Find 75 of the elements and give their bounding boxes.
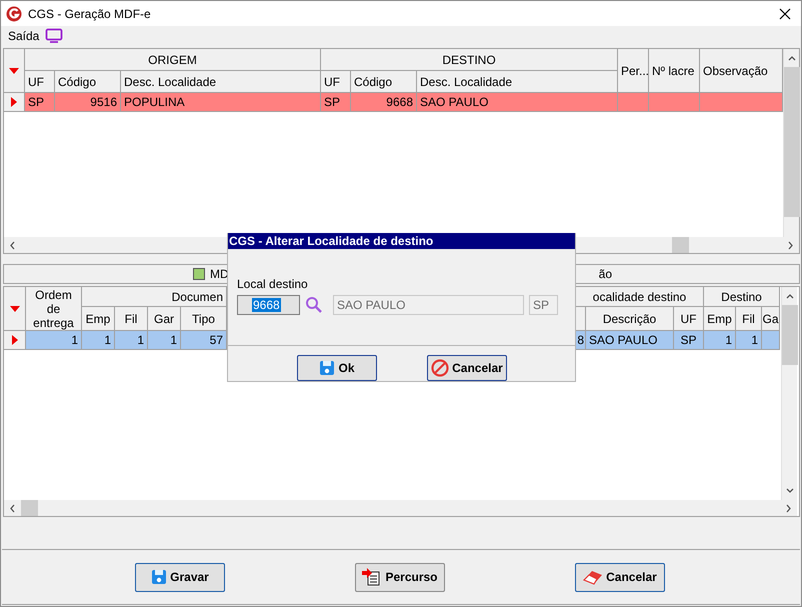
table-cell: POPULINA (121, 93, 321, 112)
prohibited-icon (431, 359, 450, 377)
table-cell: 1 (148, 331, 181, 350)
legend-label: ão (598, 267, 612, 281)
scroll-left-icon[interactable] (8, 240, 17, 250)
column-header: Descrição (586, 307, 674, 331)
table-cell: 9516 (55, 93, 121, 112)
monitor-icon[interactable] (45, 28, 64, 43)
table-cell: SP (25, 93, 55, 112)
column-header: Emp (82, 307, 115, 331)
table-cell: 8 (576, 331, 586, 350)
scrollbar-thumb[interactable] (672, 237, 689, 253)
cancel-button[interactable]: Cancelar (427, 355, 507, 381)
table-cell: 57 (181, 331, 227, 350)
scrollbar-thumb[interactable] (782, 305, 798, 365)
logo-icon (6, 6, 22, 22)
menu-item[interactable]: Saída (8, 28, 40, 42)
column-group-header: DESTINO (321, 49, 618, 71)
column-header: Ordem de entrega (26, 287, 82, 331)
document-arrow-icon (362, 568, 382, 586)
close-icon[interactable] (779, 8, 791, 20)
scrollbar-thumb[interactable] (21, 500, 38, 516)
column-header: Código (55, 71, 121, 93)
description-field[interactable]: SAO PAULO (333, 295, 524, 315)
table-cell: SP (321, 93, 351, 112)
table-cell: 9668 (351, 93, 417, 112)
table-cell: SAO PAULO (586, 331, 674, 350)
column-header: Emp (704, 307, 736, 331)
column-group-header: Documen (82, 287, 227, 307)
column-group-header: ocalidade destino (576, 287, 704, 307)
column-header: Fil (736, 307, 762, 331)
column-header: Código (351, 71, 417, 93)
column-header: Tipo (181, 307, 227, 331)
column-header: Observação (700, 49, 783, 93)
sort-down-icon (10, 306, 20, 312)
column-group-header: Destino (704, 287, 780, 307)
column-header: UF (674, 307, 704, 331)
table-cell (618, 93, 649, 112)
table-cell: 1 (26, 331, 82, 350)
scroll-left-icon[interactable] (8, 504, 17, 512)
column-header: UF (25, 71, 55, 93)
search-icon[interactable] (305, 296, 323, 314)
table-cell (762, 331, 780, 350)
scroll-right-icon[interactable] (784, 504, 793, 512)
column-group-header: ORIGEM (25, 49, 321, 71)
eraser-icon (583, 569, 604, 585)
table-cell: 1 (704, 331, 736, 350)
column-header: Nº lacre (649, 49, 700, 93)
table-cell (649, 93, 700, 112)
table-cell: SP (674, 331, 704, 350)
column-header: UF (321, 71, 351, 93)
column-header: Desc. Localidade (417, 71, 618, 93)
column-header: Gar (148, 307, 181, 331)
row-pointer-icon (11, 97, 17, 107)
table-cell: 1 (115, 331, 148, 350)
window-title: CGS - Geração MDF-e (28, 6, 151, 20)
sort-down-icon (9, 68, 19, 74)
column-header: Fil (115, 307, 148, 331)
state-field[interactable]: SP (529, 295, 558, 315)
column-header: Ga (762, 307, 780, 331)
column-header: Per... (618, 49, 649, 93)
save-button[interactable]: Gravar (135, 562, 225, 592)
table-cell: 1 (736, 331, 762, 350)
scrollbar-thumb[interactable] (784, 67, 800, 217)
save-button[interactable]: Ok (297, 355, 377, 381)
table-cell: 1 (82, 331, 115, 350)
code-field[interactable]: 9668 (237, 295, 300, 315)
scroll-right-icon[interactable] (786, 240, 795, 250)
column-header: Desc. Localidade (121, 71, 321, 93)
cancel-button[interactable]: Cancelar (575, 562, 665, 592)
row-pointer-icon (12, 335, 18, 345)
route-button[interactable]: Percurso (355, 562, 445, 592)
table-cell: SAO PAULO (417, 93, 618, 112)
dialog-title: CGS - Alterar Localidade de destino (228, 233, 575, 249)
field-label: Local destino (237, 277, 308, 291)
